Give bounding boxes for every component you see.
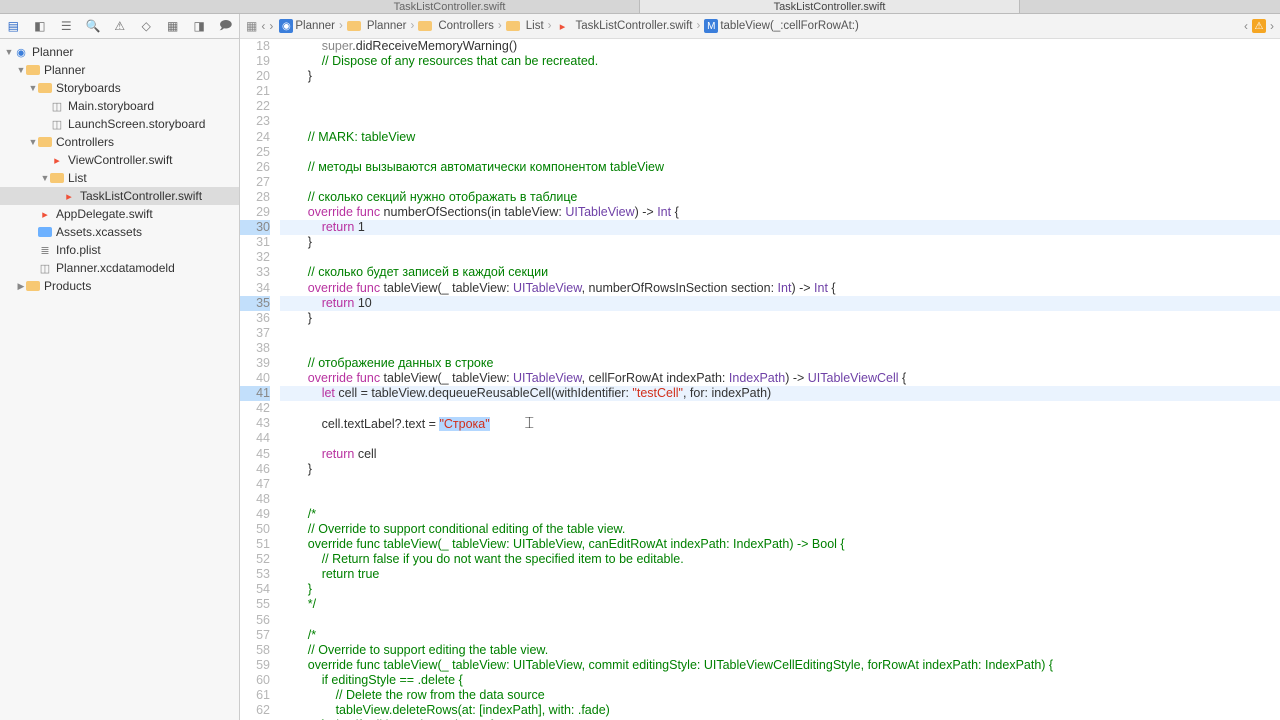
tree-file[interactable]: ▸ AppDelegate.swift (0, 205, 239, 223)
tree-label: TaskListController.swift (80, 189, 202, 203)
chevron-right-icon: › (498, 20, 502, 32)
folder-icon (50, 172, 64, 184)
tree-label: Storyboards (56, 81, 121, 95)
issue-navigator-icon[interactable]: ⚠ (112, 18, 127, 34)
chevron-right-icon: › (410, 20, 414, 32)
xcodeproj-icon: ◉ (279, 19, 293, 33)
folder-icon (418, 20, 432, 32)
bc-item[interactable]: TaskListController.swift (576, 20, 693, 32)
bc-item[interactable]: List (526, 20, 544, 32)
disclosure-icon: ▼ (28, 137, 38, 147)
breadcrumb[interactable]: ◉ Planner› Planner› Controllers› List› ▸… (279, 19, 858, 33)
tree-file[interactable]: ◫ Planner.xcdatamodeld (0, 259, 239, 277)
tree-project[interactable]: ▼◉ Planner (0, 43, 239, 61)
disclosure-icon: ▶ (16, 281, 26, 292)
swift-icon: ▸ (556, 20, 570, 32)
swift-icon: ▸ (38, 208, 52, 220)
folder-icon (38, 226, 52, 238)
symbol-navigator-icon[interactable]: ☰ (59, 18, 74, 34)
report-navigator-icon[interactable]: 🗩 (218, 18, 233, 34)
disclosure-icon: ▼ (4, 47, 14, 57)
bc-item[interactable]: Planner (295, 20, 335, 32)
tree-label: Planner (32, 45, 73, 59)
line-gutter: 1819202122232425262728293031323334353637… (240, 39, 278, 720)
bc-item[interactable]: Controllers (438, 20, 494, 32)
code-editor[interactable]: 1819202122232425262728293031323334353637… (240, 39, 1280, 720)
folder-icon (506, 20, 520, 32)
breakpoint-navigator-icon[interactable]: ◨ (192, 18, 207, 34)
editor-pane: ▦ ‹ › ◉ Planner› Planner› Controllers› L… (240, 14, 1280, 720)
chevron-right-icon: › (339, 20, 343, 32)
folder-icon (26, 280, 40, 292)
file-tree: ▼◉Planner ▼Planner ▼Storyboards ◫Main.st… (0, 39, 239, 720)
method-icon: M (704, 19, 718, 33)
navigator-sidebar: ▤ ◧ ☰ 🔍 ⚠ ◇ ▦ ◨ 🗩 ▼◉Planner ▼Planner ▼St… (0, 14, 240, 720)
tree-label: LaunchScreen.storyboard (68, 117, 205, 131)
tree-file[interactable]: ◫ Main.storyboard (0, 97, 239, 115)
chevron-right-icon: › (548, 20, 552, 32)
tree-file[interactable]: ◫ LaunchScreen.storyboard (0, 115, 239, 133)
code-text[interactable]: super.didReceiveMemoryWarning() // Dispo… (278, 39, 1280, 720)
bc-item[interactable]: tableView(_:cellForRowAt:) (720, 20, 858, 32)
tab-1[interactable]: TaskListController.swift (260, 0, 640, 13)
xcodeproj-icon: ◉ (14, 46, 28, 58)
tree-file-active[interactable]: ▸ TaskListController.swift (0, 187, 239, 205)
nav-forward-icon[interactable]: › (269, 19, 273, 33)
folder-icon (347, 20, 361, 32)
folder-icon (38, 136, 52, 148)
folder-icon (26, 64, 40, 76)
datamodel-icon: ◫ (38, 262, 52, 274)
plist-icon: ≣ (38, 244, 52, 256)
project-navigator-icon[interactable]: ▤ (6, 18, 21, 34)
test-navigator-icon[interactable]: ◇ (139, 18, 154, 34)
tree-file[interactable]: Assets.xcassets (0, 223, 239, 241)
nav-back-icon[interactable]: ‹ (261, 19, 265, 33)
tree-group[interactable]: ▼ Controllers (0, 133, 239, 151)
tab-2[interactable]: TaskListController.swift (640, 0, 1020, 13)
storyboard-icon: ◫ (50, 100, 64, 112)
chevron-right-icon: › (696, 20, 700, 32)
tree-group[interactable]: ▼ Planner (0, 61, 239, 79)
tree-file[interactable]: ▸ ViewController.swift (0, 151, 239, 169)
tree-label: Products (44, 279, 91, 293)
folder-icon (38, 82, 52, 94)
swift-icon: ▸ (50, 154, 64, 166)
tree-label: List (68, 171, 87, 185)
tree-group[interactable]: ▼ List (0, 169, 239, 187)
tree-label: AppDelegate.swift (56, 207, 153, 221)
find-navigator-icon[interactable]: 🔍 (86, 18, 101, 34)
warning-icon[interactable]: ⚠ (1252, 19, 1266, 33)
tree-label: Main.storyboard (68, 99, 154, 113)
tree-label: Planner (44, 63, 85, 77)
navigator-selector: ▤ ◧ ☰ 🔍 ⚠ ◇ ▦ ◨ 🗩 (0, 14, 239, 39)
window-tabs: TaskListController.swift TaskListControl… (0, 0, 1280, 14)
next-issue-icon[interactable]: › (1270, 19, 1274, 33)
bc-item[interactable]: Planner (367, 20, 407, 32)
related-items-icon[interactable]: ▦ (246, 19, 257, 33)
disclosure-icon: ▼ (40, 173, 50, 183)
storyboard-icon: ◫ (50, 118, 64, 130)
tree-label: Info.plist (56, 243, 101, 257)
tree-label: ViewController.swift (68, 153, 172, 167)
jump-bar: ▦ ‹ › ◉ Planner› Planner› Controllers› L… (240, 14, 1280, 39)
tree-group[interactable]: ▼ Storyboards (0, 79, 239, 97)
tree-label: Planner.xcdatamodeld (56, 261, 175, 275)
source-control-icon[interactable]: ◧ (33, 18, 48, 34)
tree-file[interactable]: ≣ Info.plist (0, 241, 239, 259)
prev-issue-icon[interactable]: ‹ (1244, 19, 1248, 33)
tree-label: Assets.xcassets (56, 225, 142, 239)
disclosure-icon: ▼ (16, 65, 26, 75)
debug-navigator-icon[interactable]: ▦ (165, 18, 180, 34)
disclosure-icon: ▼ (28, 83, 38, 93)
tree-group[interactable]: ▶ Products (0, 277, 239, 295)
tree-label: Controllers (56, 135, 114, 149)
swift-icon: ▸ (62, 190, 76, 202)
